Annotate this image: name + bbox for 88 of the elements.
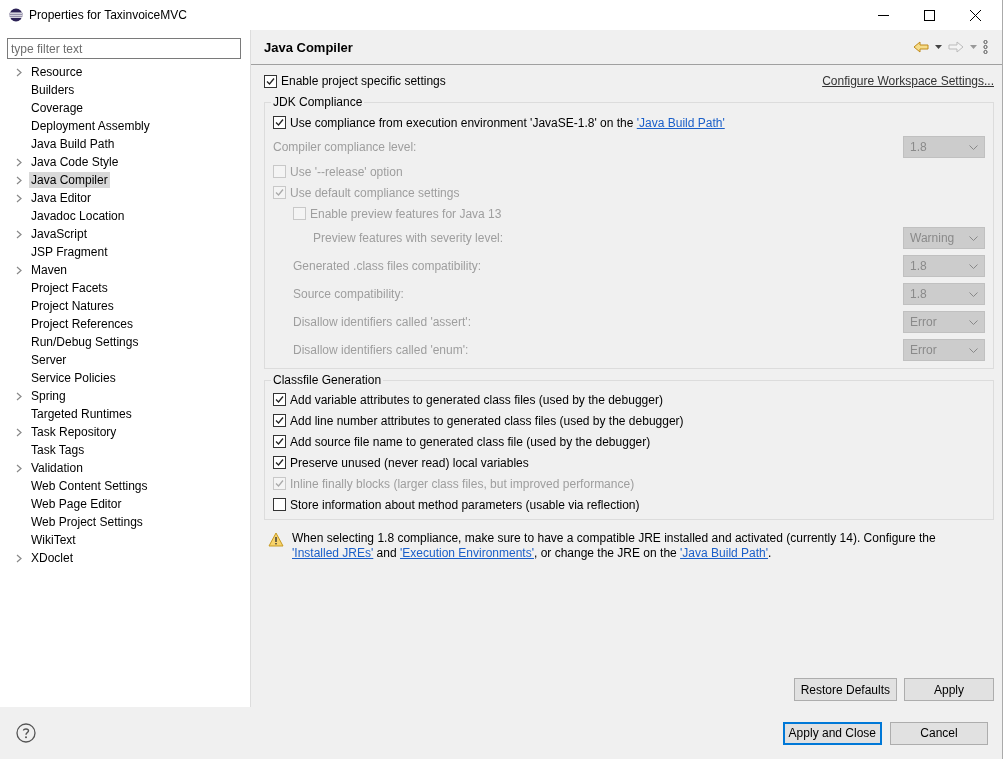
tree-item[interactable]: Task Repository xyxy=(29,424,119,440)
checkbox-label: Enable preview features for Java 13 xyxy=(310,206,502,221)
dropdown-chevron-icon xyxy=(969,144,978,150)
tree-item[interactable]: Maven xyxy=(29,262,70,278)
tree-item[interactable]: Run/Debug Settings xyxy=(29,334,141,350)
chevron-icon[interactable] xyxy=(16,553,22,563)
checkbox[interactable] xyxy=(273,393,286,406)
help-icon[interactable] xyxy=(16,723,36,743)
checkbox[interactable] xyxy=(273,414,286,427)
link[interactable]: 'Installed JREs' xyxy=(292,546,374,560)
configure-workspace-link[interactable]: Configure Workspace Settings... xyxy=(822,74,994,88)
app-icon xyxy=(9,8,23,22)
maximize-icon[interactable] xyxy=(924,9,935,21)
tree-item[interactable]: Coverage xyxy=(29,100,86,116)
tree-item[interactable]: Service Policies xyxy=(29,370,118,386)
dropdown-chevron-icon xyxy=(969,235,978,241)
field-label: Preview features with severity level: xyxy=(313,231,505,245)
dropdown-chevron-icon xyxy=(969,291,978,297)
checkbox-label: Add line number attributes to generated class files (used by the debugger) xyxy=(290,413,684,428)
tree-item[interactable]: Web Content Settings xyxy=(29,478,150,494)
field-label: Disallow identifiers called 'assert': xyxy=(293,315,472,329)
warning-message: When selecting 1.8 compliance, make sure to have a compatible JRE installed and activated (currently 14). Configure the 'Installed JREs' and 'Execution Environments', or change the JRE on the 'Java Build Path'. xyxy=(292,531,937,561)
java-build-path-link[interactable]: 'Java Build Path' xyxy=(636,115,725,130)
tree-item[interactable]: Spring xyxy=(29,388,68,404)
group-title: JDK Compliance xyxy=(272,95,364,109)
checkbox-label: Store information about method parameters (usable via reflection) xyxy=(290,497,640,512)
checkbox-label: Use compliance from execution environment 'JavaSE-1.8' on the 'Java Build Path' xyxy=(290,115,725,130)
tree-item[interactable]: Project Natures xyxy=(29,298,116,314)
field-label: Generated .class files compatibility: xyxy=(293,259,483,273)
checkbox-label: Add variable attributes to generated class files (used by the debugger) xyxy=(290,392,663,407)
chevron-icon[interactable] xyxy=(16,427,22,437)
tree-item[interactable]: Builders xyxy=(29,82,77,98)
warning-icon xyxy=(268,532,284,547)
more-icon[interactable] xyxy=(983,40,988,54)
chevron-icon[interactable] xyxy=(16,67,22,77)
chevron-icon[interactable] xyxy=(16,463,22,473)
checkbox-label: Use '--release' option xyxy=(290,164,403,179)
page-button[interactable]: Apply xyxy=(904,678,994,701)
checkbox-label: Preserve unused (never read) local variables xyxy=(290,455,529,470)
checkbox[interactable] xyxy=(273,116,286,129)
link[interactable]: 'Java Build Path' xyxy=(680,546,769,560)
checkbox[interactable] xyxy=(264,74,277,88)
checkbox-label: Add source file name to generated class file (used by the debugger) xyxy=(290,434,651,449)
checkbox-label: Use default compliance settings xyxy=(290,185,460,200)
dialog-button[interactable]: Cancel xyxy=(890,721,988,745)
tree-item[interactable]: Task Tags xyxy=(29,442,87,458)
tree-item[interactable]: JavaScript xyxy=(29,226,90,242)
dropdown-chevron-icon xyxy=(969,319,978,325)
tree-item[interactable]: Resource xyxy=(29,64,85,80)
tree-item[interactable]: Server xyxy=(29,352,69,368)
chevron-icon[interactable] xyxy=(16,265,22,275)
checkbox[interactable] xyxy=(273,498,286,511)
tree-item[interactable]: WikiText xyxy=(29,532,78,548)
window-title: Properties for TaxinvoiceMVC xyxy=(29,8,187,22)
field-label: Disallow identifiers called 'enum': xyxy=(293,343,470,357)
checkbox-label: Enable project specific settings xyxy=(281,74,446,88)
tree-item[interactable]: Deployment Assembly xyxy=(29,118,152,134)
dropdown-chevron-icon xyxy=(969,263,978,269)
page-title: Java Compiler xyxy=(264,39,353,55)
filter-field[interactable]: type filter text xyxy=(7,38,241,59)
tree-item[interactable]: Web Page Editor xyxy=(29,496,124,512)
tree-item[interactable]: XDoclet xyxy=(29,550,76,566)
tree-item[interactable]: Project Facets xyxy=(29,280,110,296)
field-label: Compiler compliance level: xyxy=(273,140,418,154)
tree-item[interactable]: Targeted Runtimes xyxy=(29,406,134,422)
tree-item[interactable]: Web Project Settings xyxy=(29,514,145,530)
checkbox[interactable] xyxy=(273,456,286,469)
link[interactable]: 'Execution Environments' xyxy=(400,546,534,560)
tree-item[interactable]: Validation xyxy=(29,460,85,476)
tree-item[interactable]: Javadoc Location xyxy=(29,208,127,224)
group-title: Classfile Generation xyxy=(272,373,383,387)
tree-item[interactable]: Java Build Path xyxy=(29,136,117,152)
dropdown-chevron-icon xyxy=(969,347,978,353)
checkbox-label: Inline finally blocks (larger class files, but improved performance) xyxy=(290,476,635,491)
chevron-icon[interactable] xyxy=(16,391,22,401)
chevron-icon[interactable] xyxy=(16,229,22,239)
dialog-button[interactable]: Apply and Close xyxy=(782,721,882,745)
checkbox[interactable] xyxy=(273,435,286,448)
back-arrow-icon[interactable] xyxy=(913,41,929,53)
tree-item[interactable]: Java Editor xyxy=(29,190,94,206)
field-label: Source compatibility: xyxy=(293,287,405,301)
close-icon[interactable] xyxy=(970,9,981,21)
tree-item[interactable]: JSP Fragment xyxy=(29,244,110,260)
tree-item[interactable]: Project References xyxy=(29,316,136,332)
tree-item[interactable]: Java Code Style xyxy=(29,154,121,170)
page-button[interactable]: Restore Defaults xyxy=(793,678,897,701)
tree-item[interactable]: Java Compiler xyxy=(29,172,110,188)
dropdown-caret-icon[interactable] xyxy=(935,45,942,49)
